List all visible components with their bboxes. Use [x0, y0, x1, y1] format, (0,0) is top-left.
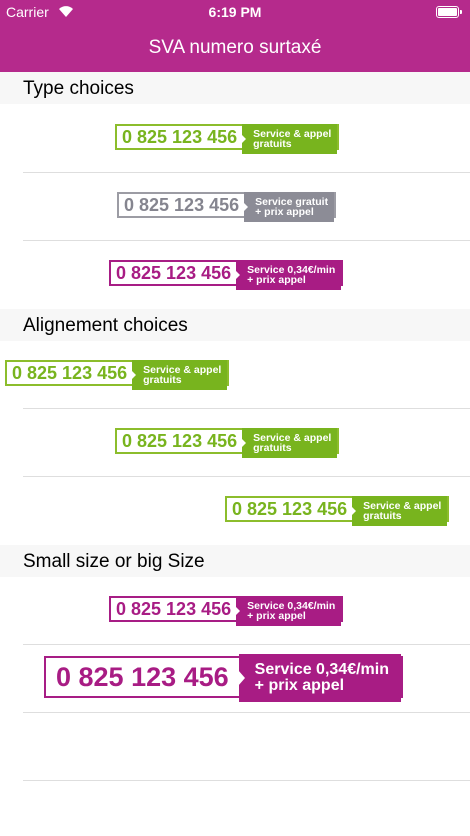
- service-tag: Service gratuit + prix appel: [244, 192, 335, 222]
- sva-badge-gratuit[interactable]: 0 825 123 456 Service & appel gratuits: [115, 124, 340, 154]
- battery-icon: [436, 6, 462, 18]
- sva-badge-align-left[interactable]: 0 825 123 456 Service & appel gratuits: [5, 360, 230, 390]
- phone-number: 0 825 123 456: [12, 362, 128, 383]
- service-tag: Service 0,34€/min + prix appel: [238, 654, 401, 702]
- tag-line-2: + prix appel: [247, 610, 306, 622]
- nav-bar: SVA numero surtaxé: [0, 24, 470, 72]
- tag-line-1: Service 0,34€/min: [254, 661, 389, 678]
- row-separator: [23, 476, 470, 477]
- section-header-size: Small size or big Size: [0, 545, 470, 577]
- service-tag: Service & appel gratuits: [132, 360, 228, 390]
- status-time: 6:19 PM: [208, 4, 262, 20]
- phone-number: 0 825 123 456: [116, 598, 232, 619]
- row-separator: [23, 172, 470, 173]
- status-bar: Carrier 6:19 PM: [0, 0, 470, 24]
- phone-number: 0 825 123 456: [124, 194, 240, 215]
- sva-badge-payant[interactable]: 0 825 123 456 Service 0,34€/min + prix a…: [109, 260, 344, 290]
- section-title: Alignement choices: [23, 315, 188, 336]
- tag-line-2: + prix appel: [247, 274, 306, 286]
- tag-line-2: gratuits: [253, 442, 292, 454]
- row-separator: [23, 644, 470, 645]
- sva-badge-big[interactable]: 0 825 123 456 Service 0,34€/min + prix a…: [44, 654, 403, 702]
- section-header-alignment: Alignement choices: [0, 309, 470, 341]
- sva-badge-align-right[interactable]: 0 825 123 456 Service & appel gratuits: [225, 496, 450, 526]
- section-title: Small size or big Size: [23, 551, 205, 572]
- service-tag: Service & appel gratuits: [352, 496, 448, 526]
- row-separator: [23, 240, 470, 241]
- section-title: Type choices: [23, 78, 134, 99]
- phone-number: 0 825 123 456: [116, 262, 232, 283]
- tag-line-2: gratuits: [253, 138, 292, 150]
- tag-line-2: gratuits: [363, 510, 402, 522]
- phone-number: 0 825 123 456: [122, 430, 238, 451]
- tag-line-2: + prix appel: [254, 677, 345, 694]
- sva-badge-prix-appel[interactable]: 0 825 123 456 Service gratuit + prix app…: [117, 192, 337, 222]
- tag-line-2: + prix appel: [255, 206, 314, 218]
- phone-number: 0 825 123 456: [56, 661, 229, 692]
- tag-line-2: gratuits: [143, 374, 182, 386]
- service-tag: Service 0,34€/min + prix appel: [236, 596, 342, 626]
- nav-title: SVA numero surtaxé: [148, 37, 322, 58]
- row-separator: [23, 780, 470, 781]
- section-header-type: Type choices: [0, 72, 470, 104]
- service-tag: Service & appel gratuits: [242, 428, 338, 458]
- phone-number: 0 825 123 456: [122, 126, 238, 147]
- row-separator: [23, 712, 470, 713]
- phone-number: 0 825 123 456: [232, 498, 348, 519]
- service-tag: Service 0,34€/min + prix appel: [236, 260, 342, 290]
- row-separator: [23, 408, 470, 409]
- service-tag: Service & appel gratuits: [242, 124, 338, 154]
- sva-badge-align-center[interactable]: 0 825 123 456 Service & appel gratuits: [115, 428, 340, 458]
- sva-badge-small[interactable]: 0 825 123 456 Service 0,34€/min + prix a…: [109, 596, 344, 626]
